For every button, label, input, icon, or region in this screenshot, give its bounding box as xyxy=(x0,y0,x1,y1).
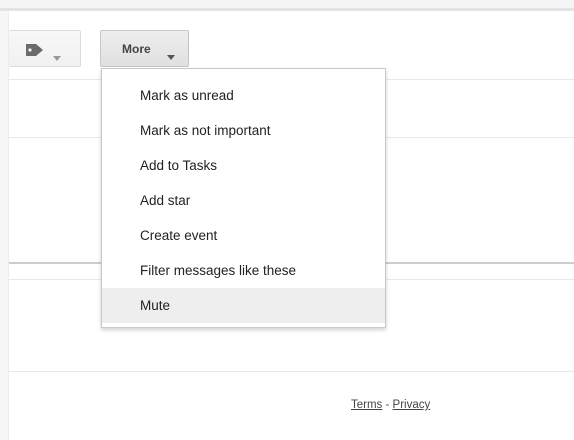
labels-button[interactable] xyxy=(9,30,81,67)
top-band xyxy=(0,0,574,8)
menu-item-mark-as-unread[interactable]: Mark as unread xyxy=(102,78,385,113)
menu-item-filter-messages[interactable]: Filter messages like these xyxy=(102,253,385,288)
left-edge xyxy=(0,11,9,440)
more-dropdown-menu: Mark as unread Mark as not important Add… xyxy=(101,68,386,328)
footer: Terms - Privacy xyxy=(351,399,430,411)
tag-icon xyxy=(24,42,46,63)
menu-item-create-event[interactable]: Create event xyxy=(102,218,385,253)
menu-item-add-star[interactable]: Add star xyxy=(102,183,385,218)
menu-item-add-to-tasks[interactable]: Add to Tasks xyxy=(102,148,385,183)
menu-item-mark-as-not-important[interactable]: Mark as not important xyxy=(102,113,385,148)
top-divider xyxy=(0,8,574,11)
more-button[interactable]: More xyxy=(100,30,189,67)
chevron-down-icon xyxy=(167,47,175,65)
privacy-link[interactable]: Privacy xyxy=(393,399,431,411)
gmail-page: More Mark as unread Mark as not importan… xyxy=(0,0,574,440)
row-divider xyxy=(9,371,574,372)
chevron-down-icon xyxy=(53,48,61,66)
menu-item-mute[interactable]: Mute xyxy=(102,288,385,323)
more-button-label: More xyxy=(122,42,151,56)
footer-separator: - xyxy=(382,399,393,411)
terms-link[interactable]: Terms xyxy=(351,399,382,411)
